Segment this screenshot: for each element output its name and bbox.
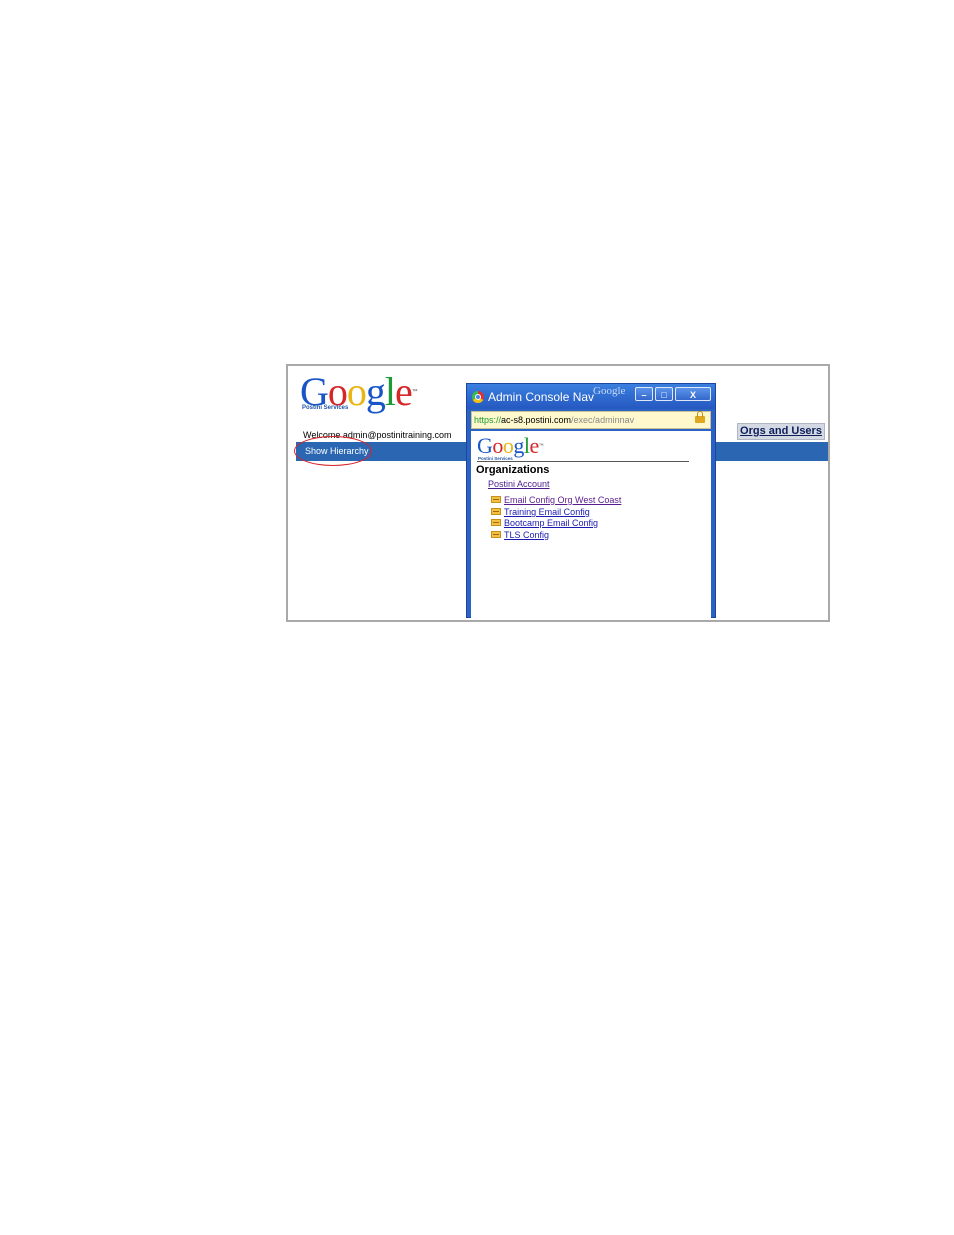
title-brand: Google bbox=[593, 385, 626, 397]
org-link[interactable]: TLS Config bbox=[504, 530, 549, 540]
envelope-icon bbox=[491, 531, 501, 539]
divider bbox=[477, 461, 689, 462]
window-content: Google™ Postini Services Organizations P… bbox=[471, 431, 711, 619]
admin-console-nav-window: Admin Console Nav Google – □ X https://a… bbox=[466, 383, 716, 619]
google-logo-small: Google™ bbox=[477, 433, 544, 458]
org-item[interactable]: Training Email Config bbox=[491, 503, 590, 517]
highlight-ellipse bbox=[294, 436, 372, 466]
maximize-button[interactable]: □ bbox=[655, 387, 673, 401]
address-host: ac-s8.postini.com bbox=[501, 415, 572, 425]
organizations-heading: Organizations bbox=[476, 464, 550, 476]
tab-orgs-and-users[interactable]: Orgs and Users bbox=[737, 423, 825, 440]
minimize-button[interactable]: – bbox=[635, 387, 653, 401]
lock-icon[interactable] bbox=[695, 411, 705, 423]
address-scheme: https:// bbox=[474, 415, 502, 425]
window-titlebar[interactable]: Admin Console Nav Google – □ X bbox=[467, 384, 715, 409]
org-item[interactable]: Email Config Org West Coast bbox=[491, 491, 621, 505]
address-bar[interactable]: https://ac-s8.postini.com/exec/adminnav bbox=[471, 411, 711, 429]
logo-subtitle: Postini Services bbox=[302, 405, 349, 411]
org-item[interactable]: Bootcamp Email Config bbox=[491, 514, 598, 528]
org-item[interactable]: TLS Config bbox=[491, 526, 549, 540]
screenshot-frame: Google™ Postini Services Welcome admin@p… bbox=[286, 364, 830, 622]
browser-icon bbox=[472, 391, 484, 403]
window-title: Admin Console Nav bbox=[488, 390, 595, 404]
address-path: /exec/adminnav bbox=[571, 415, 635, 425]
org-link-root[interactable]: Postini Account bbox=[488, 479, 550, 489]
close-button[interactable]: X bbox=[675, 387, 711, 401]
